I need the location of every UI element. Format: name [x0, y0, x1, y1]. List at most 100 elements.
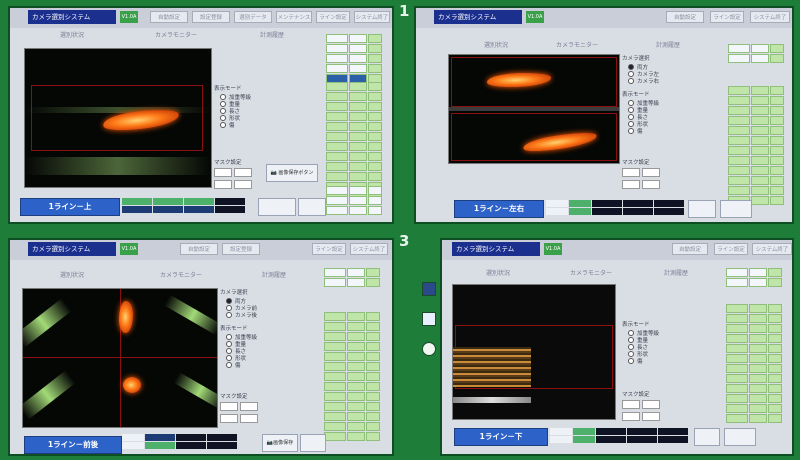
summary-table	[326, 186, 382, 215]
mode-option[interactable]: 形状	[220, 115, 251, 122]
mask-setting-title: マスク設定	[220, 394, 248, 400]
tab-measure-history[interactable]: 計測履歴	[664, 268, 688, 277]
menu-auto-setting[interactable]: 自動設定	[666, 11, 704, 23]
display-mode-group: 表示モード 加重等級 重量 長さ 形状 傷	[622, 320, 659, 365]
status-button[interactable]	[298, 198, 326, 216]
mask-setting-group: マスク設定	[622, 158, 662, 191]
camera-select-group: カメラ選択 両方 カメラ左 カメラ右	[622, 54, 659, 85]
radio-icon	[226, 298, 232, 304]
tab-sort-status[interactable]: 選別状況	[60, 30, 84, 39]
radio-icon	[226, 334, 232, 340]
status-button[interactable]	[300, 434, 326, 452]
tab-bar: 選別状況 カメラモニター 計測履歴	[416, 30, 792, 49]
mask-value-field[interactable]	[214, 180, 232, 189]
tab-sort-status[interactable]: 選別状況	[486, 268, 510, 277]
tab-measure-history[interactable]: 計測履歴	[262, 270, 286, 279]
menu-line-setting[interactable]: ライン設定	[714, 243, 748, 255]
menu-system-exit[interactable]: システム終了	[354, 11, 390, 23]
tab-camera-monitor[interactable]: カメラモニター	[570, 268, 612, 277]
menu-auto-setting[interactable]: 自動設定	[672, 243, 708, 255]
camera-option[interactable]: カメラ後	[226, 312, 257, 319]
mask-value-field[interactable]	[642, 400, 660, 409]
mode-option[interactable]: 傷	[628, 358, 659, 365]
screen-number: 3	[399, 232, 410, 250]
mask-value-field[interactable]	[642, 180, 660, 189]
app-window-line1-bottom: カメラ選別システム V1.0A 自動設定 ライン設定 システム終了 選別状況 カ…	[440, 238, 794, 456]
radio-icon	[226, 362, 232, 368]
mask-value-field[interactable]	[240, 402, 258, 411]
radio-icon	[628, 114, 634, 120]
menu-sort-data[interactable]: 選別データ	[234, 11, 272, 23]
menu-line-setting[interactable]: ライン設定	[710, 11, 744, 23]
mode-option[interactable]: 形状	[628, 351, 659, 358]
mask-value-field[interactable]	[622, 180, 640, 189]
mask-value-field[interactable]	[622, 412, 640, 421]
mask-value-field[interactable]	[240, 414, 258, 423]
menu-setting-register[interactable]: 設定登録	[192, 11, 230, 23]
tab-sort-status[interactable]: 選別状況	[484, 40, 508, 49]
menu-system-exit[interactable]: システム終了	[750, 11, 790, 23]
mask-value-field[interactable]	[220, 402, 238, 411]
version-badge: V1.0A	[526, 11, 544, 23]
settings-icon[interactable]	[422, 342, 436, 356]
mode-label: 傷	[637, 129, 643, 135]
light-streak	[25, 157, 211, 175]
image-save-button[interactable]: 📷画像保存	[262, 434, 298, 452]
mode-option[interactable]: 形状	[226, 355, 257, 362]
snapshot-button[interactable]	[694, 428, 720, 446]
mask-value-field[interactable]	[642, 168, 660, 177]
tab-camera-monitor[interactable]: カメラモニター	[155, 30, 197, 39]
stats-panel	[324, 268, 380, 287]
menu-maintenance[interactable]: メンテナンス	[276, 11, 312, 23]
search-icon[interactable]	[422, 312, 436, 326]
mask-value-field[interactable]	[214, 168, 232, 177]
carrot-image-back	[123, 377, 141, 393]
menu-line-setting[interactable]: ライン設定	[312, 243, 346, 255]
mask-value-field[interactable]	[234, 168, 252, 177]
line-label: 1ライン－左右	[454, 200, 544, 218]
radio-icon	[226, 355, 232, 361]
snapshot-button[interactable]	[688, 200, 716, 218]
mode-option[interactable]: 傷	[628, 128, 659, 135]
mask-value-field[interactable]	[622, 168, 640, 177]
menu-system-exit[interactable]: システム終了	[350, 243, 388, 255]
camera-status-grid	[550, 428, 688, 443]
camera-option[interactable]: カメラ右	[628, 78, 659, 85]
menu-auto-setting[interactable]: 自動設定	[180, 243, 218, 255]
tab-measure-history[interactable]: 計測履歴	[656, 40, 680, 49]
snapshot-button[interactable]	[258, 198, 296, 216]
image-save-button[interactable]: 📷 画像保存ボタン	[266, 164, 318, 182]
light-streak	[173, 372, 217, 410]
camera-status-grid	[546, 200, 684, 215]
status-button[interactable]	[724, 428, 756, 446]
radio-icon	[220, 122, 226, 128]
mask-value-field[interactable]	[234, 180, 252, 189]
tab-camera-monitor[interactable]: カメラモニター	[556, 40, 598, 49]
tab-measure-history[interactable]: 計測履歴	[260, 30, 284, 39]
menu-setting-register[interactable]: 設定登録	[222, 243, 260, 255]
camera-view	[448, 54, 620, 164]
mask-value-field[interactable]	[642, 412, 660, 421]
carrot-image-front	[119, 301, 133, 333]
toolbar: カメラ選別システム V1.0A 自動設定 設定登録 選別データ メンテナンス ラ…	[10, 8, 392, 28]
app-window-line1-frontback: カメラ選別システム V1.0A 自動設定 設定登録 ライン設定 システム終了 選…	[8, 238, 394, 456]
menu-auto-setting[interactable]: 自動設定	[150, 11, 188, 23]
radio-icon	[220, 115, 226, 121]
mask-setting-group: マスク設定	[220, 392, 260, 425]
radio-icon	[628, 330, 634, 336]
status-button[interactable]	[720, 200, 752, 218]
display-mode-group: 表示モード 加重等級 重量 長さ 形状 傷	[220, 324, 257, 369]
mask-value-field[interactable]	[220, 414, 238, 423]
display-mode-title: 表示モード	[220, 326, 248, 332]
desktop-app-icon[interactable]	[422, 282, 436, 296]
toolbar: カメラ選別システム V1.0A 自動設定 設定登録 ライン設定 システム終了	[10, 240, 392, 260]
mask-value-field[interactable]	[622, 400, 640, 409]
mode-option[interactable]: 傷	[226, 362, 257, 369]
mode-option[interactable]: 形状	[628, 121, 659, 128]
tab-sort-status[interactable]: 選別状況	[60, 270, 84, 279]
tab-camera-monitor[interactable]: カメラモニター	[160, 270, 202, 279]
menu-system-exit[interactable]: システム終了	[752, 243, 792, 255]
mode-option[interactable]: 傷	[220, 122, 251, 129]
menu-line-setting[interactable]: ライン設定	[316, 11, 350, 23]
grade-table	[728, 86, 784, 205]
